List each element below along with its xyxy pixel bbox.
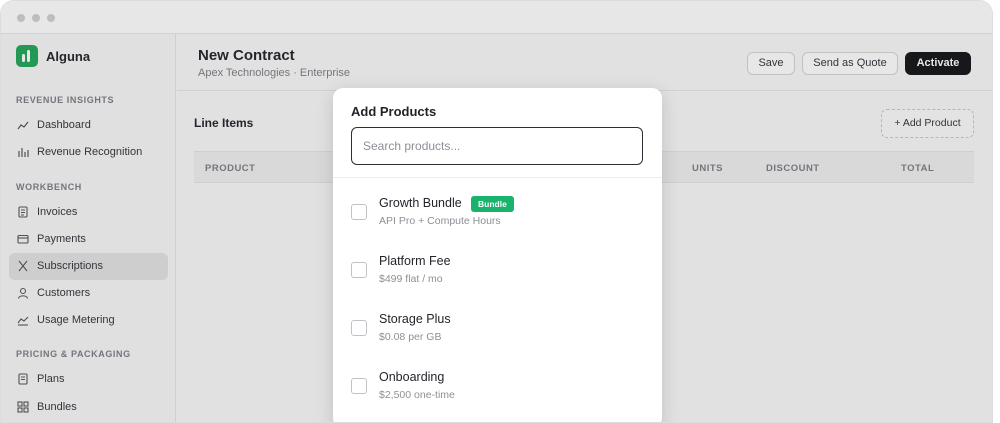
product-name: Storage Plus: [379, 312, 451, 326]
modal-divider: [333, 177, 662, 178]
product-option-growth-bundle[interactable]: Growth Bundle Bundle API Pro + Compute H…: [333, 196, 662, 254]
product-checkbox[interactable]: [351, 320, 367, 336]
bundle-badge: Bundle: [471, 196, 514, 212]
product-search-input[interactable]: [351, 127, 643, 165]
product-checkbox[interactable]: [351, 378, 367, 394]
product-option-platform-fee[interactable]: Platform Fee $499 flat / mo: [333, 254, 662, 312]
product-name: Growth Bundle: [379, 196, 462, 210]
product-checkbox[interactable]: [351, 204, 367, 220]
product-name: Platform Fee: [379, 254, 451, 268]
product-name: Onboarding: [379, 370, 445, 384]
add-products-modal: Add Products Growth Bundle Bundle API Pr…: [333, 88, 662, 422]
app-window: Alguna REVENUE INSIGHTS Dashboard Revenu…: [0, 0, 993, 423]
product-option-storage-plus[interactable]: Storage Plus $0.08 per GB: [333, 312, 662, 370]
product-description: API Pro + Compute Hours: [379, 215, 501, 227]
product-description: $0.08 per GB: [379, 331, 442, 343]
product-option-onboarding[interactable]: Onboarding $2,500 one-time: [333, 370, 662, 422]
product-checkbox[interactable]: [351, 262, 367, 278]
product-description: $2,500 one-time: [379, 389, 455, 401]
modal-title: Add Products: [351, 104, 437, 119]
product-description: $499 flat / mo: [379, 273, 443, 285]
